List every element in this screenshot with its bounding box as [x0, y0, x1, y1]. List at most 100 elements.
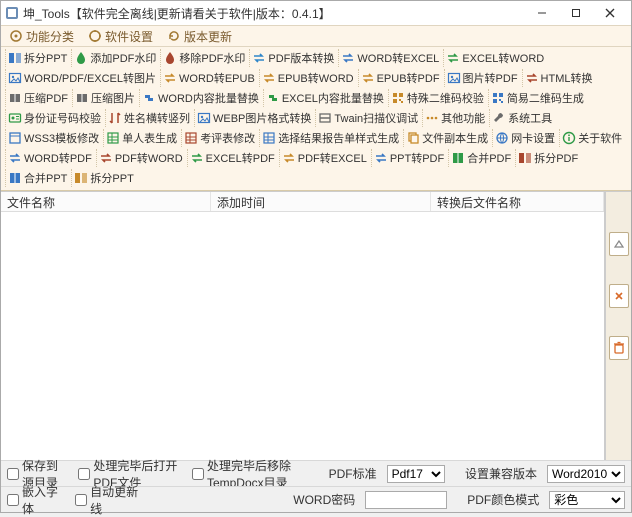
- toolbar-button[interactable]: PDF转WORD: [96, 149, 187, 167]
- toolbar-button[interactable]: WORD内容批量替换: [139, 89, 263, 107]
- toolbar-button[interactable]: PPT转PDF: [371, 149, 448, 167]
- compat-select[interactable]: Word2010: [547, 465, 625, 483]
- menu-label: 软件设置: [105, 28, 153, 45]
- toolbar-button[interactable]: WSS3模板修改: [5, 129, 103, 147]
- toolbar-button[interactable]: 添加PDF水印: [71, 49, 160, 67]
- toolbar-label: WORD转EXCEL: [357, 50, 439, 66]
- toolbar-button[interactable]: 压缩图片: [72, 89, 139, 107]
- toolbar-button[interactable]: WORD转EXCEL: [338, 49, 443, 67]
- toolbar-button[interactable]: 文件副本生成: [403, 129, 492, 147]
- image-icon: [447, 71, 461, 85]
- move-up-button[interactable]: [609, 232, 629, 256]
- split-icon: [74, 171, 88, 185]
- water-icon: [163, 51, 177, 65]
- toolbar-button[interactable]: 系统工具: [489, 109, 556, 127]
- toolbar: 拆分PPT添加PDF水印移除PDF水印PDF版本转换WORD转EXCELEXCE…: [1, 47, 631, 191]
- word-pwd-label: WORD密码: [293, 491, 355, 508]
- toolbar-label: WORD/PDF/EXCEL转图片: [24, 70, 156, 86]
- chk-embed-font[interactable]: 嵌入字体: [7, 483, 65, 517]
- toolbar-button[interactable]: EPUB转WORD: [259, 69, 358, 87]
- compat-label: 设置兼容版本: [465, 465, 537, 482]
- toolbar-label: 压缩PDF: [24, 90, 68, 106]
- toolbar-button[interactable]: 简易二维码生成: [488, 89, 588, 107]
- qr-icon: [491, 91, 505, 105]
- toolbar-label: 图片转PDF: [463, 70, 518, 86]
- toolbar-button[interactable]: 合并PPT: [5, 169, 71, 187]
- toolbar-button[interactable]: 合并PDF: [448, 149, 515, 167]
- toolbar-button[interactable]: 拆分PPT: [71, 169, 137, 187]
- col-addtime[interactable]: 添加时间: [211, 192, 431, 211]
- toolbar-label: WORD转PDF: [24, 150, 92, 166]
- toolbar-button[interactable]: 移除PDF水印: [160, 49, 249, 67]
- maximize-button[interactable]: [559, 2, 593, 24]
- chk-auto-update-box[interactable]: [75, 494, 87, 506]
- close-button[interactable]: [593, 2, 627, 24]
- chk-auto-update[interactable]: 自动更新线: [75, 483, 144, 517]
- toolbar-button[interactable]: 网卡设置: [492, 129, 559, 147]
- swap-icon: [190, 151, 204, 165]
- toolbar-label: 合并PPT: [24, 170, 67, 186]
- minimize-button[interactable]: [525, 2, 559, 24]
- zip-icon: [8, 91, 22, 105]
- swap-icon: [341, 51, 355, 65]
- menu-software-settings[interactable]: 软件设置: [84, 27, 157, 46]
- toolbar-button[interactable]: 姓名横转竖列: [105, 109, 194, 127]
- toolbar-button[interactable]: PDF版本转换: [249, 49, 338, 67]
- toolbar-label: 单人表生成: [122, 130, 177, 146]
- toolbar-label: 关于软件: [578, 130, 622, 146]
- swap-icon: [282, 151, 296, 165]
- table-body[interactable]: [1, 212, 604, 460]
- toolbar-button[interactable]: EXCEL内容批量替换: [263, 89, 388, 107]
- toolbar-button[interactable]: 压缩PDF: [5, 89, 72, 107]
- chk-label: 嵌入字体: [22, 483, 65, 517]
- toolbar-button[interactable]: 其他功能: [422, 109, 489, 127]
- toolbar-button[interactable]: 单人表生成: [103, 129, 181, 147]
- toolbar-button[interactable]: 图片转PDF: [444, 69, 522, 87]
- toolbar-button[interactable]: 拆分PPT: [5, 49, 71, 67]
- toolbar-button[interactable]: EXCEL转PDF: [187, 149, 279, 167]
- word-pwd-input[interactable]: [365, 491, 447, 509]
- toolbar-button[interactable]: 考评表修改: [181, 129, 259, 147]
- toolbar-label: EPUB转PDF: [377, 70, 440, 86]
- chk-save-source-box[interactable]: [7, 468, 19, 480]
- table-icon: [184, 131, 198, 145]
- chk-embed-font-box[interactable]: [7, 494, 19, 506]
- toolbar-button[interactable]: WORD转PDF: [5, 149, 96, 167]
- toolbar-label: 考评表修改: [200, 130, 255, 146]
- col-filename[interactable]: 文件名称: [1, 192, 211, 211]
- toolbar-button[interactable]: Twain扫描仪调试: [315, 109, 422, 127]
- toolbar-button[interactable]: 选择结果报告单样式生成: [259, 129, 403, 147]
- toolbar-button[interactable]: 身份证号码校验: [5, 109, 105, 127]
- toolbar-button[interactable]: 关于软件: [559, 129, 626, 147]
- color-mode-select[interactable]: 彩色: [549, 491, 625, 509]
- chk-open-after-box[interactable]: [78, 468, 90, 480]
- trash-button[interactable]: [609, 336, 629, 360]
- menu-version-update[interactable]: 版本更新: [163, 27, 236, 46]
- chk-remove-temp-box[interactable]: [192, 468, 204, 480]
- toolbar-button[interactable]: EPUB转PDF: [358, 69, 444, 87]
- toolbar-label: 合并PDF: [467, 150, 511, 166]
- menu-func-category[interactable]: 功能分类: [5, 27, 78, 46]
- toolbar-button[interactable]: WORD转EPUB: [160, 69, 259, 87]
- net-icon: [495, 131, 509, 145]
- toolbar-label: WORD内容批量替换: [158, 90, 259, 106]
- toolbar-button[interactable]: PDF转EXCEL: [279, 149, 371, 167]
- scan-icon: [318, 111, 332, 125]
- remove-button[interactable]: [609, 284, 629, 308]
- toolbar-button[interactable]: HTML转换: [522, 69, 597, 87]
- toolbar-label: 系统工具: [508, 110, 552, 126]
- toolbar-label: EXCEL转WORD: [462, 50, 544, 66]
- sort-icon: [108, 111, 122, 125]
- toolbar-label: 选择结果报告单样式生成: [278, 130, 399, 146]
- toolbar-button[interactable]: 拆分PDF: [515, 149, 582, 167]
- col-outname[interactable]: 转换后文件名称: [431, 192, 604, 211]
- pdf-std-select[interactable]: Pdf17: [387, 465, 445, 483]
- toolbar-button[interactable]: 特殊二维码校验: [388, 89, 488, 107]
- toolbar-button[interactable]: EXCEL转WORD: [443, 49, 548, 67]
- toolbar-label: 移除PDF水印: [179, 50, 245, 66]
- toolbar-button[interactable]: WEBP图片格式转换: [194, 109, 315, 127]
- swap-icon: [163, 71, 177, 85]
- tool-icon: [492, 111, 506, 125]
- toolbar-label: Twain扫描仪调试: [334, 110, 418, 126]
- toolbar-button[interactable]: WORD/PDF/EXCEL转图片: [5, 69, 160, 87]
